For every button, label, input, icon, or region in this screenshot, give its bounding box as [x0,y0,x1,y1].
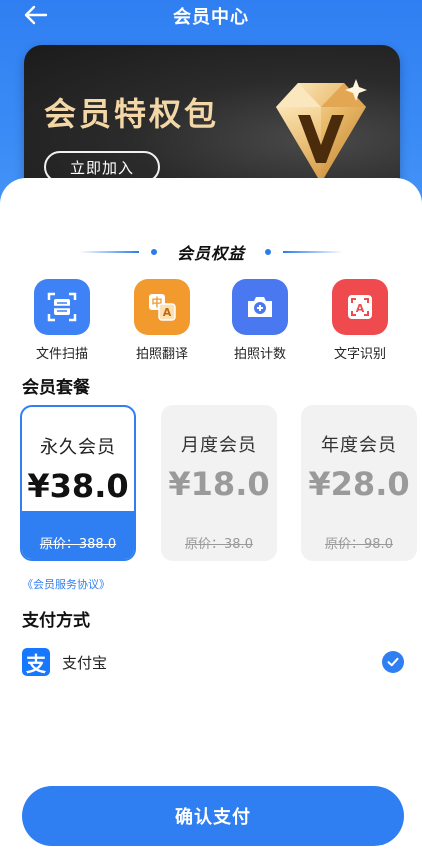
plan-price: ¥38.0 [27,467,129,505]
selected-check-icon[interactable] [382,651,404,673]
plan-price: ¥18.0 [168,465,270,503]
benefit-text-recognition[interactable]: A 文字识别 [320,279,400,362]
plan-card-yearly[interactable]: 年度会员 ¥28.0 原价：98.0 [301,405,417,561]
benefit-label: 文字识别 [333,347,386,362]
document-scan-icon [34,279,90,335]
divider-line [78,251,139,253]
benefit-label: 文件扫描 [35,347,88,362]
plans-heading: 会员套餐 [22,378,90,398]
benefits-list: 文件扫描 中 A 拍照翻译 拍照计数 A 文字识别 [0,279,422,362]
banner-title: 会员特权包 [44,95,220,133]
svg-text:A: A [356,302,365,315]
plan-name: 永久会员 [40,437,116,458]
divider-dot [150,249,157,255]
plan-original-price: 原价：98.0 [325,537,393,552]
svg-text:A: A [163,306,172,319]
top-bar: 会员中心 [0,0,422,32]
back-arrow-icon [24,5,48,25]
alipay-icon: 支 [22,648,50,676]
plan-original-price: 原价：388.0 [39,537,117,552]
payment-method-label: 支付宝 [62,653,108,672]
plan-name: 年度会员 [321,435,397,456]
back-button[interactable] [22,2,50,28]
benefit-camera-count[interactable]: 拍照计数 [220,279,300,362]
camera-count-icon [232,279,288,335]
benefit-document-scan[interactable]: 文件扫描 [22,279,102,362]
divider-dot [265,249,271,255]
diamond-v-icon [276,79,367,183]
divider-line [283,251,343,253]
benefit-label: 拍照计数 [233,347,286,362]
service-agreement-link[interactable]: 《会员服务协议》 [22,576,110,592]
plan-name: 月度会员 [181,435,257,456]
confirm-payment-button[interactable]: 确认支付 [22,786,404,846]
plan-card-monthly[interactable]: 月度会员 ¥18.0 原价：38.0 [161,405,277,561]
payment-option-alipay[interactable]: 支 支付宝 [22,646,404,678]
plan-original-price: 原价：38.0 [185,537,253,552]
benefit-photo-translate[interactable]: 中 A 拍照翻译 [122,279,202,362]
photo-translate-icon: 中 A [134,279,190,335]
benefits-title: 会员权益 [176,244,245,263]
plan-price: ¥28.0 [308,465,410,503]
payment-heading: 支付方式 [22,611,90,631]
text-recognition-icon: A [332,279,388,335]
plan-card-lifetime[interactable]: 永久会员 ¥38.0 原价：388.0 [20,405,136,561]
benefits-heading: 会员权益 [0,241,422,263]
benefit-label: 拍照翻译 [135,347,188,362]
page-title: 会员中心 [173,7,249,28]
